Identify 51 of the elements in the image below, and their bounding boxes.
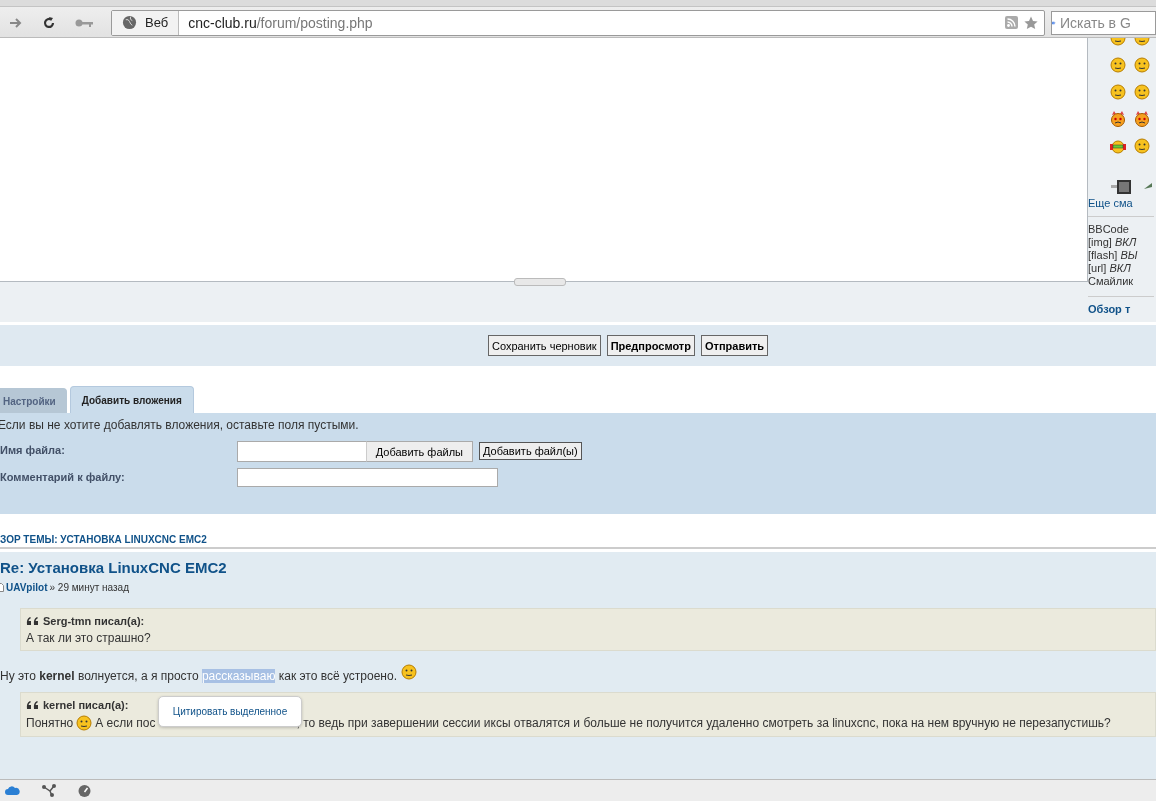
more-smileys-link[interactable]: Еще сма xyxy=(1088,197,1133,209)
cloud-icon[interactable] xyxy=(5,785,20,796)
star-icon[interactable] xyxy=(1024,15,1038,30)
topic-review-link[interactable]: Обзор т xyxy=(1088,303,1131,315)
file-name-label: Имя файла: xyxy=(0,444,66,456)
form-button[interactable]: Предпросмотр xyxy=(606,335,695,356)
headphones-smiley-icon[interactable] xyxy=(1110,138,1126,154)
share-icon[interactable] xyxy=(41,784,56,797)
smiley-icon[interactable] xyxy=(1110,57,1126,73)
bbcode-status: [url] ВКЛ xyxy=(1088,262,1132,275)
tab[interactable]: Настройки xyxy=(0,388,67,413)
address-label: Веб xyxy=(145,15,169,30)
smiley-icon[interactable] xyxy=(1134,57,1150,73)
add-file-button[interactable]: Добавить файл(ы) xyxy=(479,442,582,460)
quote-text: А так ли это страшно? xyxy=(26,631,152,645)
file-input-field[interactable] xyxy=(237,441,366,462)
form-button[interactable]: Сохранить черновик xyxy=(487,335,601,356)
smiley-icon[interactable] xyxy=(1134,138,1150,154)
bbcode-status: [flash] ВЫ xyxy=(1088,249,1139,262)
quote-selection-tooltip[interactable]: Цитировать выделенное xyxy=(158,696,302,727)
devil-smiley-icon[interactable] xyxy=(1110,111,1126,127)
smiley-icon xyxy=(401,664,417,680)
resize-handle[interactable] xyxy=(514,278,566,286)
post-title[interactable]: Re: Установка LinuxCNC EMC2 xyxy=(0,559,1156,576)
bbcode-status: [img] ВКЛ xyxy=(1088,236,1138,249)
devil-smiley-icon[interactable] xyxy=(1134,111,1150,127)
bbcode-status: BBCode xyxy=(1088,223,1130,236)
topic-review-heading: ЗОР ТЕМЫ: УСТАНОВКА LINUXCNC EMC2 xyxy=(0,534,1156,549)
tab[interactable]: Добавить вложения xyxy=(69,386,194,413)
address-bar[interactable]: Веб cnc-club.ru/forum/posting.php xyxy=(111,9,1045,36)
gauge-icon[interactable] xyxy=(77,784,92,797)
quote-author: Serg-tmn писал(а): xyxy=(43,615,145,627)
globe-icon xyxy=(122,15,137,30)
quote-icon xyxy=(26,700,39,710)
bbcode-status: Смайлик xyxy=(1088,275,1135,288)
motor-icon[interactable] xyxy=(1110,177,1134,197)
quote-text: А если пос xyxy=(95,716,156,730)
quote-text: Понятно xyxy=(26,716,74,730)
author-link[interactable]: UAVpilot xyxy=(6,582,48,593)
smiley-icon[interactable] xyxy=(1110,84,1126,100)
reload-icon[interactable] xyxy=(41,14,57,31)
browse-files-button[interactable]: Добавить файлы xyxy=(365,441,473,462)
quote-icon xyxy=(26,616,39,626)
form-button[interactable]: Отправить xyxy=(700,335,769,356)
url-text: cnc-club.ru/forum/posting.php xyxy=(187,14,374,31)
post-time: » 29 минут назад xyxy=(49,582,130,593)
file-comment-label: Комментарий к файлу: xyxy=(0,471,126,483)
quote-author: kernel писал(а): xyxy=(43,699,129,711)
smiley-icon[interactable] xyxy=(1134,84,1150,100)
post-text: Ну это kernel волнуется, а я просто рассказываю как это всё устроено. xyxy=(0,669,397,683)
file-comment-field[interactable] xyxy=(237,468,498,487)
